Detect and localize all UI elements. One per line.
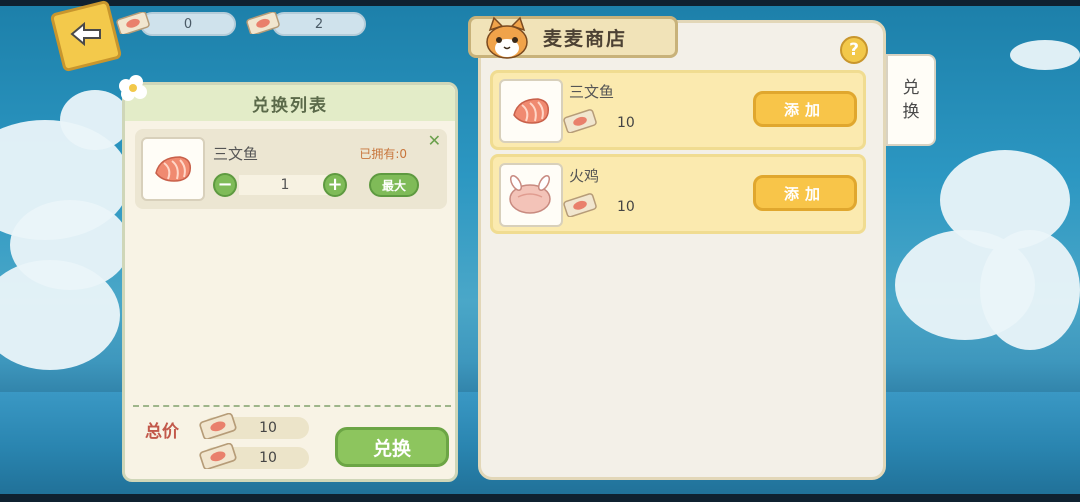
salmon-ticket-icon (563, 193, 597, 217)
salmon-ticket-icon (199, 413, 237, 439)
exchange-list-title: 兑换列表 (125, 85, 455, 121)
exchange-list-item: 三文鱼 已拥有:0 ✕ − 1 + 最大 (135, 129, 447, 209)
salmon-ticket-icon (199, 443, 237, 469)
increment-button[interactable]: + (323, 173, 347, 197)
currency-value: 0 (183, 16, 193, 32)
shop-item: 三文鱼 10 添加 (490, 70, 866, 150)
item-name: 三文鱼 (213, 145, 259, 163)
help-button[interactable]: ? (840, 36, 868, 64)
total-price-label: 总价 (145, 422, 179, 442)
exchange-side-tab[interactable]: 兑 换 (886, 54, 936, 146)
owned-count: 已拥有:0 (359, 147, 407, 161)
shop-item-price: 10 (617, 115, 635, 131)
currency-counter: 0 (140, 12, 236, 36)
item-thumbnail (499, 163, 563, 227)
shop-item-name: 火鸡 (569, 167, 600, 185)
cost-value: 10 (259, 450, 277, 466)
quantity-value[interactable]: 1 (239, 175, 331, 195)
currency-value: 2 (314, 16, 324, 32)
back-button[interactable] (49, 0, 123, 73)
item-thumbnail (499, 79, 563, 143)
salmon-ticket-icon (563, 109, 597, 133)
top-letterbox (0, 0, 1080, 6)
cloud-decoration (1010, 40, 1080, 70)
turkey-icon (509, 175, 551, 214)
decrement-button[interactable]: − (213, 173, 237, 197)
bottom-letterbox (0, 494, 1080, 502)
side-tab-label: 换 (902, 102, 920, 122)
salmon-icon (155, 156, 192, 182)
exchange-list-panel: 兑换列表 三文鱼 已拥有:0 ✕ − 1 + 最大 总价 10 10 兑换 (122, 82, 458, 482)
back-arrow-icon (70, 21, 101, 47)
max-button[interactable]: 最大 (369, 173, 419, 197)
divider (133, 405, 451, 409)
flower-icon (119, 75, 147, 101)
cost-value: 10 (259, 420, 277, 436)
add-button[interactable]: 添加 (753, 91, 857, 127)
shop-item: 火鸡 10 添加 (490, 154, 866, 234)
side-tab-label: 兑 (902, 78, 920, 98)
salmon-icon (513, 98, 550, 124)
add-button[interactable]: 添加 (753, 175, 857, 211)
remove-item-icon[interactable]: ✕ (428, 131, 441, 150)
salmon-ticket-icon (116, 12, 150, 34)
currency-counter: 2 (272, 12, 366, 36)
shop-item-name: 三文鱼 (569, 83, 615, 101)
shop-title: 麦麦商店 (543, 27, 628, 50)
cloud-decoration (980, 230, 1080, 350)
salmon-ticket-icon (246, 12, 280, 34)
item-thumbnail (141, 137, 205, 201)
shop-item-price: 10 (617, 199, 635, 215)
cat-mascot-icon (486, 16, 528, 59)
exchange-button[interactable]: 兑换 (335, 427, 449, 467)
